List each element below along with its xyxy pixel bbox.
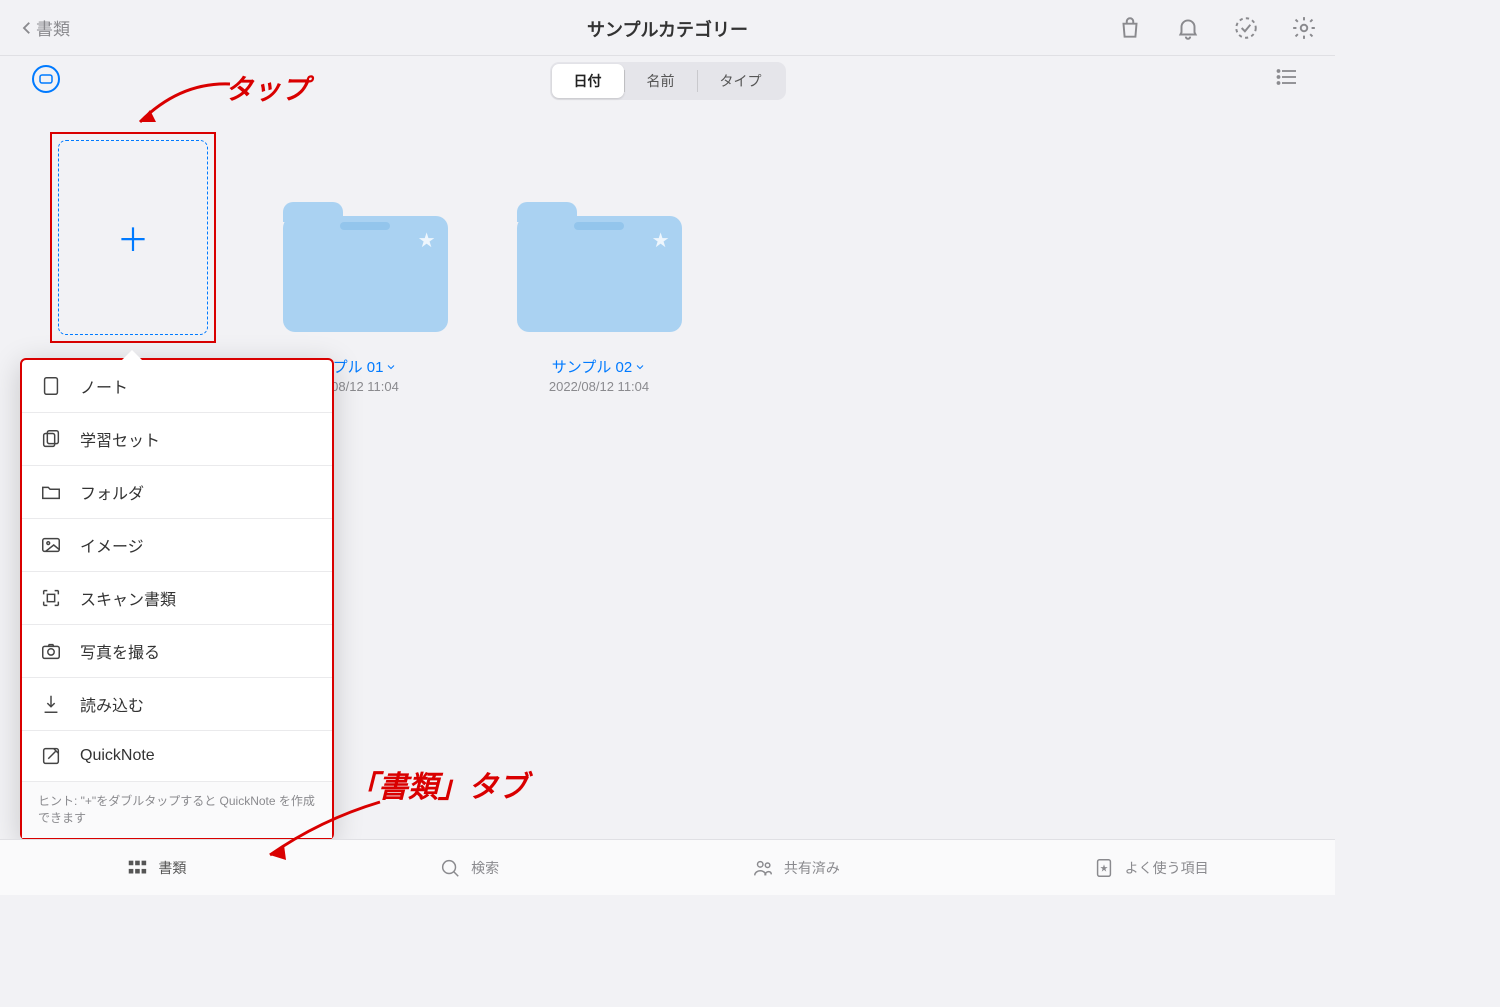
- tab-search[interactable]: 検索: [439, 857, 499, 879]
- menu-item-image[interactable]: イメージ: [22, 519, 332, 572]
- menu-hint: ヒント: "+"をダブルタップすると QuickNote を作成できます: [22, 781, 332, 838]
- create-menu: ノート 学習セット フォルダ イメージ スキャン書類 写真を撮る 読み込む Qu…: [20, 358, 334, 840]
- folder-icon: [40, 481, 62, 503]
- tab-bar: 書類 検索 共有済み よく使う項目: [0, 839, 1335, 895]
- camera-icon: [40, 640, 62, 662]
- tab-shared[interactable]: 共有済み: [752, 857, 840, 879]
- folder-name[interactable]: サンプル 02: [552, 356, 646, 377]
- folder-item[interactable]: ★ サンプル 02 2022/08/12 11:04: [514, 132, 684, 394]
- sort-segment: 日付 名前 タイプ: [550, 62, 786, 100]
- sub-bar: 日付 名前 タイプ: [0, 56, 1335, 102]
- cards-icon: [40, 428, 62, 450]
- tab-documents[interactable]: 書類: [126, 857, 186, 879]
- star-icon[interactable]: ★: [418, 228, 436, 253]
- image-icon: [40, 534, 62, 556]
- bell-icon[interactable]: [1175, 15, 1201, 41]
- chevron-down-icon: [385, 361, 397, 373]
- folder-date: 2022/08/12 11:04: [549, 379, 649, 394]
- folder-item[interactable]: ★ プル 01 08/12 11:04: [280, 132, 450, 394]
- menu-item-quicknote[interactable]: QuickNote: [22, 731, 332, 781]
- search-icon: [439, 857, 461, 879]
- gear-icon[interactable]: [1291, 15, 1317, 41]
- tab-favorites[interactable]: よく使う項目: [1093, 857, 1209, 879]
- list-icon: [1275, 65, 1299, 89]
- sort-option-name[interactable]: 名前: [625, 64, 697, 98]
- back-label: 書類: [36, 15, 70, 40]
- add-button[interactable]: ＋: [58, 140, 208, 335]
- list-view-toggle[interactable]: [1271, 61, 1303, 98]
- select-icon[interactable]: [1233, 15, 1259, 41]
- chevron-left-icon: [18, 19, 36, 37]
- plus-icon: ＋: [117, 215, 149, 261]
- add-tile-highlight: ＋: [50, 132, 216, 343]
- menu-item-note[interactable]: ノート: [22, 360, 332, 413]
- folder-name[interactable]: プル 01: [333, 356, 398, 377]
- note-icon: [40, 375, 62, 397]
- app-logo-icon[interactable]: [32, 65, 60, 93]
- sort-option-date[interactable]: 日付: [552, 64, 624, 98]
- chevron-down-icon: [634, 361, 646, 373]
- folder-icon: ★: [283, 202, 448, 332]
- back-button[interactable]: 書類: [18, 15, 70, 40]
- shop-icon[interactable]: [1117, 15, 1143, 41]
- scan-icon: [40, 587, 62, 609]
- quicknote-icon: [40, 745, 62, 767]
- menu-item-folder[interactable]: フォルダ: [22, 466, 332, 519]
- star-icon[interactable]: ★: [652, 228, 670, 253]
- sort-option-type[interactable]: タイプ: [698, 64, 784, 98]
- menu-item-camera[interactable]: 写真を撮る: [22, 625, 332, 678]
- app-logo-inner-icon: [39, 74, 53, 84]
- menu-item-studyset[interactable]: 学習セット: [22, 413, 332, 466]
- menu-item-scan[interactable]: スキャン書類: [22, 572, 332, 625]
- grid-icon: [126, 857, 148, 879]
- bookmark-star-icon: [1093, 857, 1115, 879]
- menu-item-import[interactable]: 読み込む: [22, 678, 332, 731]
- import-icon: [40, 693, 62, 715]
- people-icon: [752, 857, 774, 879]
- folder-date: 08/12 11:04: [331, 379, 399, 394]
- folder-icon: ★: [517, 202, 682, 332]
- annotation-docs-tab: 「書類」タブ: [348, 762, 528, 806]
- top-bar: 書類 サンプルカテゴリー: [0, 0, 1335, 56]
